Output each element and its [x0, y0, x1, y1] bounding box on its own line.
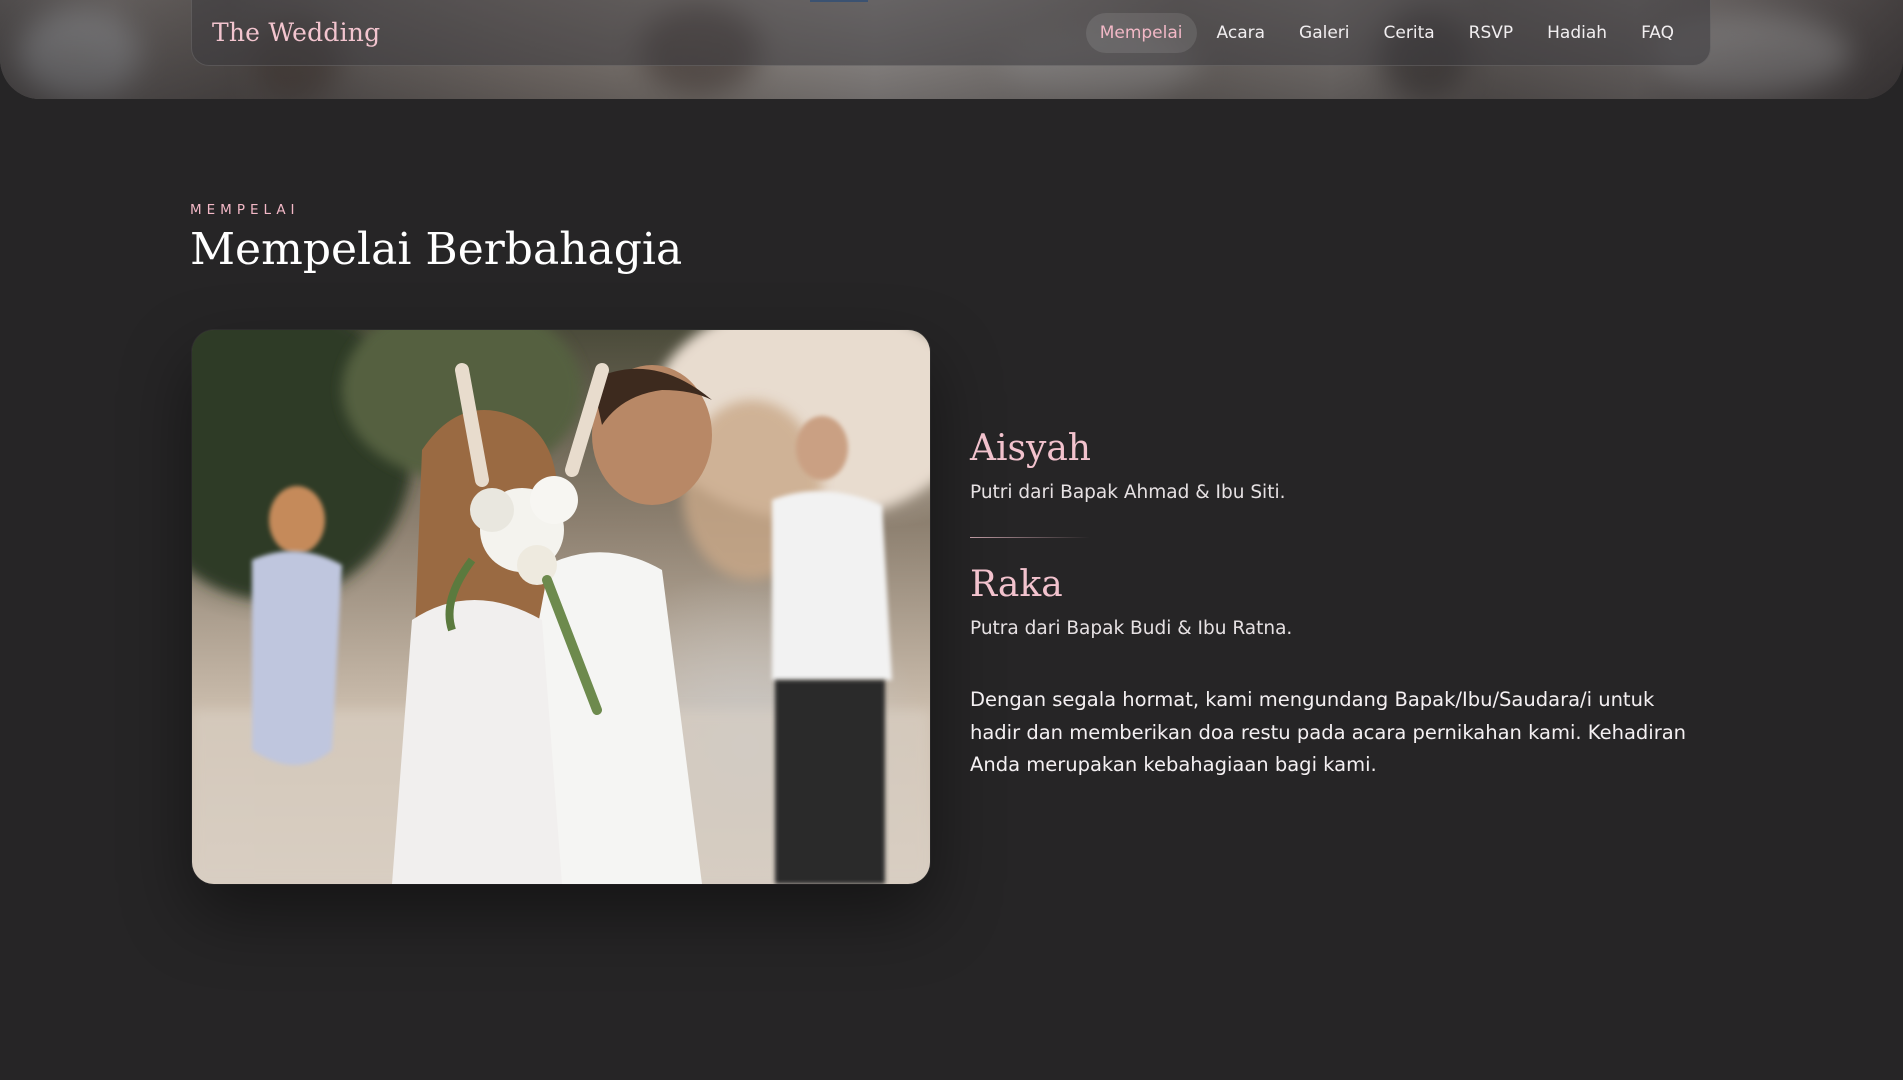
nav-link-rsvp[interactable]: RSVP [1455, 13, 1527, 53]
bride-name: Aisyah [970, 428, 1091, 469]
brand-logo[interactable]: The Wedding [212, 18, 380, 47]
section-title: Mempelai Berbahagia [190, 224, 683, 275]
nav-link-galeri[interactable]: Galeri [1285, 13, 1364, 53]
groom-name: Raka [970, 564, 1063, 605]
nav-link-cerita[interactable]: Cerita [1370, 13, 1449, 53]
couple-photo [192, 330, 930, 884]
nav-link-acara[interactable]: Acara [1203, 13, 1280, 53]
nav-links: Mempelai Acara Galeri Cerita RSVP Hadiah… [1085, 12, 1688, 53]
groom-parents: Putra dari Bapak Budi & Ibu Ratna. [970, 618, 1293, 639]
nav-link-mempelai[interactable]: Mempelai [1085, 12, 1197, 53]
bride-parents: Putri dari Bapak Ahmad & Ibu Siti. [970, 482, 1286, 503]
couple-photo-illustration [192, 330, 930, 884]
section-eyebrow: MEMPELAI [190, 202, 300, 218]
divider [970, 537, 1090, 538]
invitation-text: Dengan segala hormat, kami mengundang Ba… [970, 688, 1687, 776]
navbar: The Wedding Mempelai Acara Galeri Cerita… [191, 0, 1711, 66]
nav-link-faq[interactable]: FAQ [1627, 13, 1688, 53]
nav-link-hadiah[interactable]: Hadiah [1533, 13, 1621, 53]
